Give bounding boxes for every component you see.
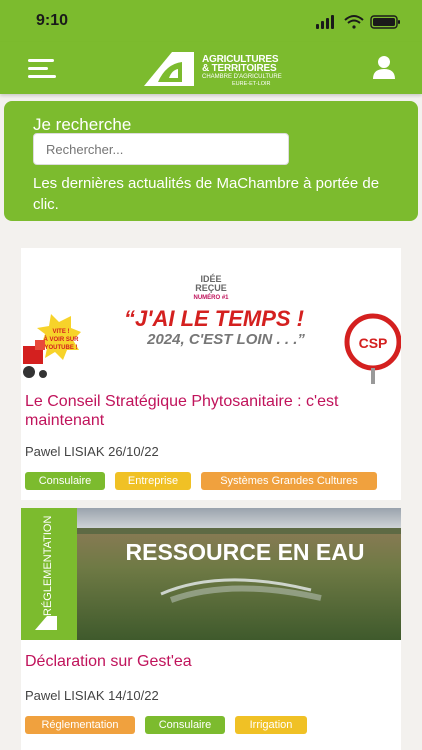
article-title[interactable]: Déclaration sur Gest'ea <box>25 652 395 671</box>
menu-line <box>28 75 56 78</box>
tag-reglementation[interactable]: Réglementation <box>25 716 135 734</box>
menu-line <box>28 59 54 62</box>
article-tags: Réglementation Consulaire Irrigation <box>25 716 395 734</box>
search-title: Je recherche <box>33 115 132 134</box>
article-card[interactable]: RÉGLEMENTATION RESSOURCE EN EAU Déclarat… <box>21 508 401 750</box>
top-nav-bar: AGRICULTURES & TERRITOIRES CHAMBRE D'AGR… <box>0 42 422 94</box>
side-label: RÉGLEMENTATION <box>41 516 54 616</box>
search-input[interactable] <box>33 133 289 165</box>
quote-line-1: “J'AI LE TEMPS ! <box>124 306 304 331</box>
menu-button[interactable] <box>28 56 60 80</box>
article-title[interactable]: Le Conseil Stratégique Phytosanitaire : … <box>25 392 395 430</box>
logo-text-line2: & TERRITOIRES <box>202 63 277 74</box>
article-image[interactable]: IDÉE REÇUE NUMÉRO #1 “J'AI LE TEMPS ! 20… <box>21 248 401 384</box>
user-profile-icon[interactable] <box>372 54 396 80</box>
status-bar: 9:10 <box>0 0 422 42</box>
signal-icon <box>316 15 334 29</box>
logo-mark-icon <box>144 52 194 86</box>
wifi-icon <box>344 15 364 29</box>
logo-text-line3: CHAMBRE D'AGRICULTURE <box>202 74 282 80</box>
csp-text: CSP <box>359 335 388 351</box>
search-panel: Je recherche Les dernières actualités de… <box>4 101 418 221</box>
ressource-en-eau-illustration: RÉGLEMENTATION RESSOURCE EN EAU <box>21 508 401 640</box>
tag-consulaire[interactable]: Consulaire <box>145 716 225 734</box>
badge-line-1: VITE ! <box>52 329 69 335</box>
badge-line-2: À VOIR SUR <box>43 336 79 343</box>
status-time: 9:10 <box>36 12 69 29</box>
image-headline: RESSOURCE EN EAU <box>126 539 365 565</box>
tag-irrigation[interactable]: Irrigation <box>235 716 307 734</box>
tag-entreprise[interactable]: Entreprise <box>115 472 191 490</box>
menu-line <box>28 67 48 70</box>
quote-line-2: 2024, C'EST LOIN . . .” <box>146 331 305 348</box>
article-card[interactable]: IDÉE REÇUE NUMÉRO #1 “J'AI LE TEMPS ! 20… <box>21 248 401 500</box>
article-meta: Pawel LISIAK 26/10/22 <box>25 444 159 459</box>
logo-text-line4: EURE-ET-LOIR <box>232 81 271 87</box>
article-image[interactable]: RÉGLEMENTATION RESSOURCE EN EAU <box>21 508 401 640</box>
search-description: Les dernières actualités de MaChambre à … <box>33 175 380 213</box>
battery-icon <box>370 15 400 29</box>
numero-text: NUMÉRO #1 <box>193 293 229 301</box>
idee-recue-illustration: IDÉE REÇUE NUMÉRO #1 “J'AI LE TEMPS ! 20… <box>21 248 401 384</box>
brand-logo[interactable]: AGRICULTURES & TERRITOIRES CHAMBRE D'AGR… <box>142 48 292 90</box>
tag-consulaire[interactable]: Consulaire <box>25 472 105 490</box>
badge-line-3: YOUTUBE ! <box>45 345 78 351</box>
status-icons <box>316 15 400 29</box>
article-meta: Pawel LISIAK 14/10/22 <box>25 688 159 703</box>
article-tags: Consulaire Entreprise Systèmes Grandes C… <box>25 472 395 490</box>
tag-systemes-grandes-cultures[interactable]: Systèmes Grandes Cultures <box>201 472 377 490</box>
recue-text: REÇUE <box>195 283 227 293</box>
